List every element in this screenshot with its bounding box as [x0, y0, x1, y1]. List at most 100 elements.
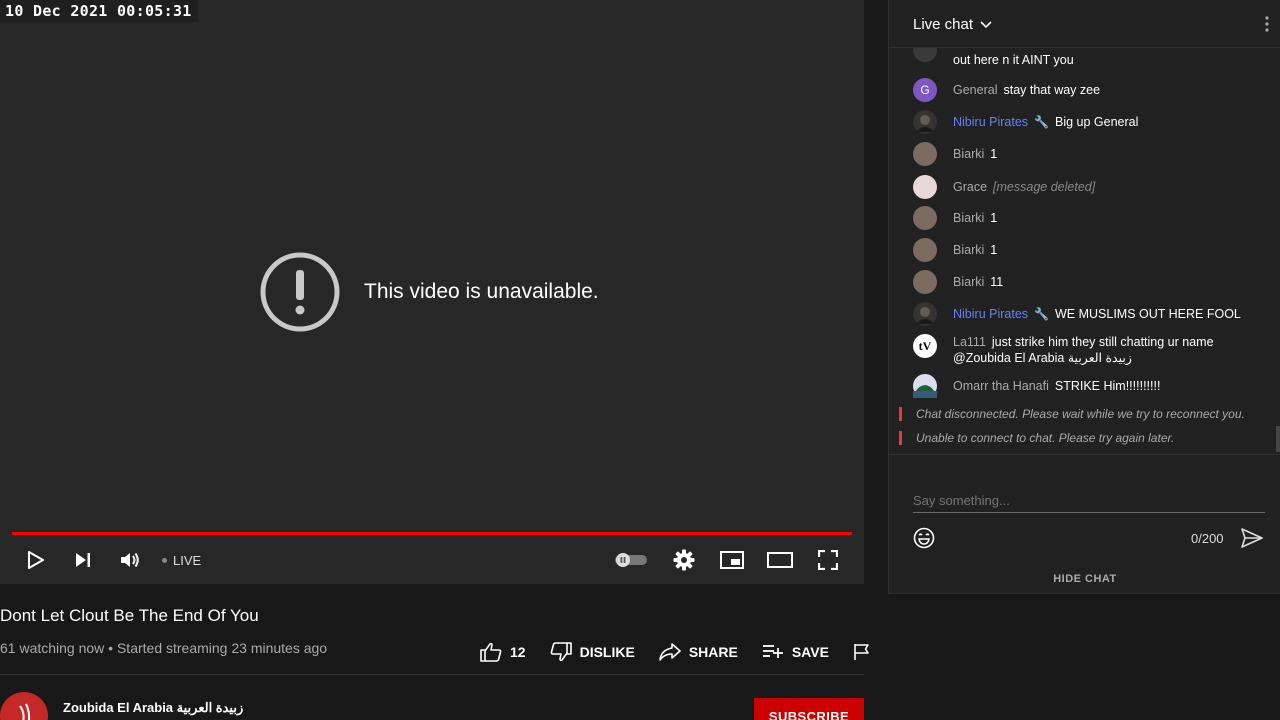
share-button[interactable]: SHARE: [659, 643, 738, 661]
next-button[interactable]: [70, 540, 96, 580]
avatar-image-icon: [913, 110, 937, 134]
play-button[interactable]: [20, 540, 50, 580]
error-message-block: This video is unavailable.: [260, 252, 599, 332]
video-title: Dont Let Clout Be The End Of You: [0, 606, 259, 625]
author-name[interactable]: Nibiru Pirates: [953, 307, 1028, 321]
timestamp-overlay: 10 Dec 2021 00:05:31: [0, 0, 198, 22]
share-label: SHARE: [688, 644, 738, 660]
chat-message: Biarki 1: [913, 142, 1253, 166]
play-icon: [28, 551, 44, 569]
skip-next-icon: [76, 553, 90, 567]
dislike-button[interactable]: DISLIKE: [550, 642, 635, 662]
chat-message: Biarki 11: [913, 270, 1253, 294]
message-text: 11: [990, 275, 1004, 289]
chat-input-area: 0/200 HIDE CHAT: [889, 454, 1280, 594]
error-text: This video is unavailable.: [364, 280, 599, 303]
chat-message: Biarki 1: [913, 206, 1253, 230]
author-name[interactable]: Biarki: [953, 275, 984, 289]
chat-more-button[interactable]: [1265, 16, 1269, 37]
message-text: just strike him they still chatting ur n…: [991, 335, 1214, 349]
more-vert-icon: [1265, 16, 1269, 32]
avatar-image-icon: [913, 302, 937, 326]
author-name[interactable]: Biarki: [953, 147, 984, 161]
avatar: [913, 175, 937, 199]
avatar-image-icon: [913, 374, 937, 398]
volume-icon: [121, 552, 139, 568]
chat-message: tV La111 just strike him they still chatt…: [913, 330, 1253, 366]
report-button[interactable]: [853, 643, 879, 661]
message-text: out here n it AINT you: [953, 53, 1074, 67]
gear-icon: [673, 549, 695, 571]
system-message: Unable to connect to chat. Please try ag…: [899, 431, 1269, 445]
message-text: WE MUSLIMS OUT HERE FOOL: [1054, 307, 1241, 321]
deleted-message-text: [message deleted]: [993, 180, 1096, 194]
author-name[interactable]: Biarki: [953, 243, 984, 257]
chat-title: Live chat: [913, 16, 974, 33]
progress-bar[interactable]: [12, 532, 852, 535]
chat-message: Omarr tha Hanafi STRIKE Him!!!!!!!!!!: [913, 374, 1253, 398]
message-text: 1: [990, 211, 998, 225]
chat-scrollbar[interactable]: [1276, 426, 1280, 452]
theater-mode-icon: [767, 552, 793, 568]
fullscreen-button[interactable]: [814, 540, 842, 580]
volume-button[interactable]: [116, 540, 144, 580]
chat-message: Biarki 1: [913, 238, 1253, 262]
wrench-icon: 🔧: [1034, 307, 1049, 321]
live-badge[interactable]: LIVE: [162, 540, 201, 580]
author-name[interactable]: Grace: [953, 180, 987, 194]
message-text: 1: [990, 243, 998, 257]
hide-chat-button[interactable]: HIDE CHAT: [889, 573, 1280, 585]
autoplay-toggle-icon: [615, 553, 647, 567]
system-message: Chat disconnected. Please wait while we …: [899, 407, 1269, 421]
live-dot-icon: [162, 557, 167, 563]
avatar: G: [913, 78, 937, 102]
chat-header: Live chat: [889, 0, 1280, 48]
channel-avatar[interactable]: [0, 692, 48, 720]
settings-button[interactable]: [670, 540, 698, 580]
theater-mode-button[interactable]: [766, 540, 794, 580]
video-player[interactable]: This video is unavailable. LIVE: [0, 0, 864, 584]
char-counter: 0/200: [1191, 531, 1224, 546]
avatar: [913, 48, 937, 62]
like-count: 12: [510, 644, 526, 660]
author-name[interactable]: Omarr tha Hanafi: [953, 379, 1049, 393]
save-label: SAVE: [791, 644, 829, 660]
message-text: STRIKE Him!!!!!!!!!!: [1054, 379, 1161, 393]
channel-name[interactable]: Zoubida El Arabia زبيدة العربية: [63, 700, 243, 716]
avatar: [913, 110, 937, 134]
save-button[interactable]: SAVE: [762, 644, 829, 660]
send-button[interactable]: [1241, 528, 1263, 553]
author-name[interactable]: La111: [953, 335, 986, 349]
emoji-button[interactable]: [913, 527, 935, 554]
message-text: Big up General: [1054, 115, 1139, 129]
chat-message: Nibiru Pirates 🔧 WE MUSLIMS OUT HERE FOOL: [913, 302, 1253, 326]
avatar: tV: [913, 334, 937, 358]
message-text: 1: [990, 147, 998, 161]
like-button[interactable]: 12: [480, 642, 526, 662]
send-icon: [1241, 528, 1263, 548]
chat-message: out here n it AINT you: [913, 48, 1253, 68]
autoplay-toggle[interactable]: [614, 540, 648, 580]
thumbs-down-icon: [550, 642, 572, 662]
live-label: LIVE: [173, 552, 202, 568]
emoji-icon: [913, 527, 935, 549]
avatar: [913, 238, 937, 262]
miniplayer-button[interactable]: [718, 540, 746, 580]
video-meta: 61 watching now • Started streaming 23 m…: [0, 640, 328, 656]
chevron-down-icon: [980, 20, 992, 28]
chat-mode-dropdown[interactable]: Live chat: [913, 16, 993, 33]
author-name[interactable]: General: [953, 83, 997, 97]
subscribe-button[interactable]: SUBSCRIBE: [754, 698, 864, 720]
share-icon: [659, 643, 681, 661]
player-controls: LIVE: [0, 540, 864, 580]
author-name[interactable]: Biarki: [953, 211, 984, 225]
author-name[interactable]: Nibiru Pirates: [953, 115, 1028, 129]
avatar: [913, 206, 937, 230]
tv-logo-icon: tV: [918, 338, 932, 353]
message-text-mention: @Zoubida El Arabia زبيدة العربية: [953, 351, 1132, 365]
chat-message-list[interactable]: out here n it AINT you G General stay tha…: [889, 48, 1280, 454]
wrench-icon: 🔧: [1034, 115, 1049, 129]
chat-message-input[interactable]: [913, 493, 1265, 513]
chat-message: G General stay that way zee: [913, 78, 1253, 102]
thumbs-up-icon: [480, 642, 502, 662]
